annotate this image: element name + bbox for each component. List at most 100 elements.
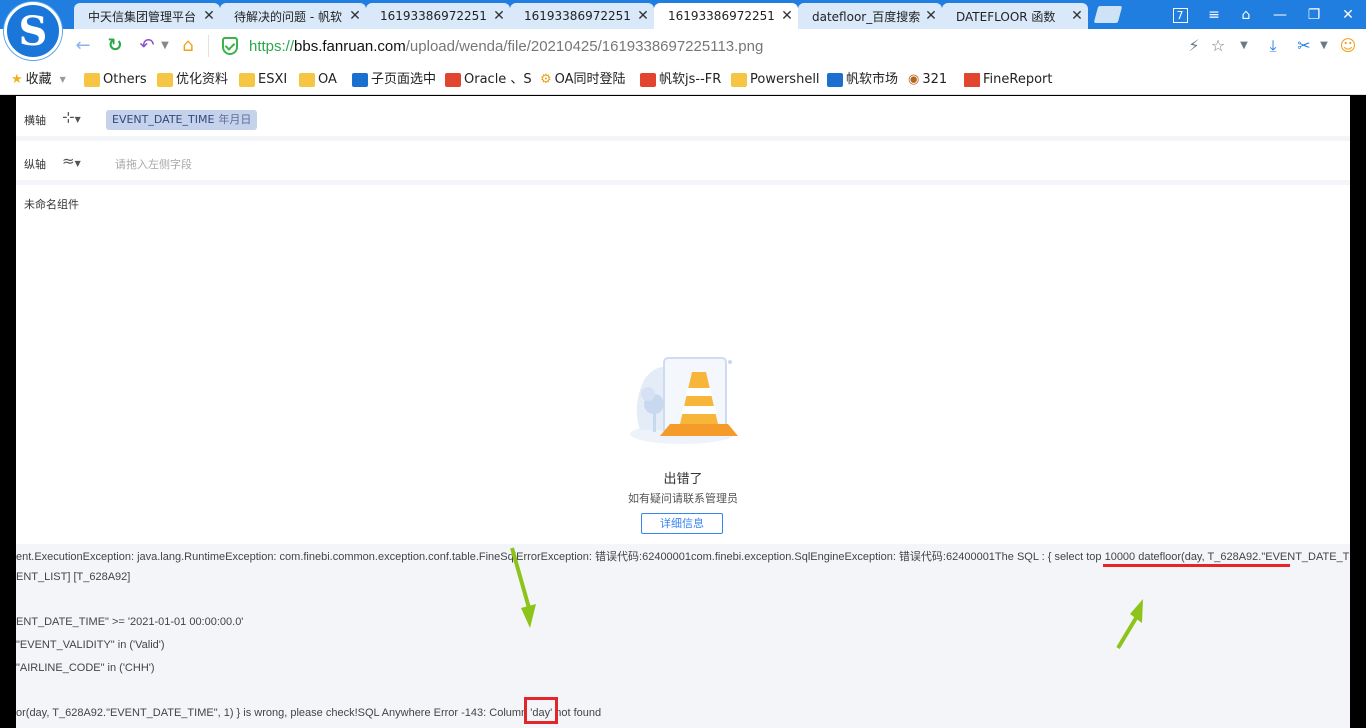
- tab-close-icon[interactable]: ✕: [1066, 8, 1088, 24]
- bookmark-label: 321: [922, 72, 948, 87]
- smiley-icon[interactable]: ☺: [1336, 34, 1360, 58]
- tab-count-button[interactable]: 7: [1166, 4, 1194, 26]
- tab-4-active[interactable]: 1619338697225113 ✕: [654, 3, 798, 29]
- tab-1[interactable]: 待解决的问题 - 帆软 ✕: [220, 3, 366, 29]
- log-line: ent.ExecutionException: java.lang.Runtim…: [16, 551, 1350, 563]
- bookmark-321[interactable]: ◉ 321: [908, 70, 947, 90]
- new-tab-button[interactable]: [1093, 6, 1123, 23]
- bookmark-favorites[interactable]: ★ 收藏 ▼: [11, 70, 66, 90]
- x-axis-label: 横轴: [24, 114, 46, 127]
- browser-logo-icon[interactable]: S: [4, 2, 62, 60]
- tab-6[interactable]: DATEFLOOR 函数 ✕: [942, 3, 1088, 29]
- home-icon[interactable]: ⌂: [175, 34, 201, 58]
- menu-icon[interactable]: ≡: [1200, 4, 1228, 26]
- c-icon: [445, 73, 461, 87]
- minimize-icon[interactable]: —: [1266, 4, 1294, 26]
- log-line: "AIRLINE_CODE" in ('CHH'): [16, 662, 155, 674]
- red-box-annotation: [524, 697, 558, 724]
- y-axis-type-icon[interactable]: ≈▼: [62, 152, 92, 172]
- widget-title: 未命名组件: [24, 198, 79, 211]
- tab-close-icon[interactable]: ✕: [920, 8, 942, 24]
- chevron-down-icon[interactable]: ▼: [1232, 34, 1256, 58]
- bookmark-oracle[interactable]: Oracle 、S: [445, 70, 532, 90]
- scissors-dropdown-icon[interactable]: ▼: [1312, 34, 1336, 58]
- tab-title: 1619338697225113: [668, 9, 776, 23]
- bookmark-esxi[interactable]: ESXI: [239, 70, 287, 90]
- bookmark-label: ESXI: [258, 72, 288, 87]
- red-underline-annotation: [1103, 564, 1290, 567]
- error-subtitle: 如有疑问请联系管理员: [628, 492, 738, 505]
- bookmark-powershell[interactable]: Powershell: [731, 70, 820, 90]
- tab-title: DATEFLOOR 函数: [956, 9, 1056, 24]
- folder-icon: [239, 73, 255, 87]
- monkey-icon: ◉: [908, 72, 920, 87]
- url-field[interactable]: https://bbs.fanruan.com/upload/wenda/fil…: [249, 36, 1209, 58]
- x-field-chip[interactable]: EVENT_DATE_TIME 年月日: [106, 110, 258, 130]
- tab-5[interactable]: datefloor_百度搜索 ✕: [798, 3, 942, 29]
- tab-close-icon[interactable]: ✕: [632, 8, 654, 24]
- gear-icon: ⚙: [540, 72, 552, 87]
- viewer-right-margin: [1350, 96, 1366, 728]
- bookmark-label: 子页面选中: [371, 72, 437, 87]
- x-field-granularity: 年月日: [218, 113, 252, 126]
- tab-2[interactable]: 1619338697225113 ✕: [366, 3, 510, 29]
- bookmark-others[interactable]: Others: [84, 70, 147, 90]
- refresh-icon[interactable]: ↻: [102, 34, 128, 58]
- logo-letter: S: [18, 7, 48, 55]
- bookmark-finereport[interactable]: FineReport: [964, 70, 1052, 90]
- tab-close-icon[interactable]: ✕: [776, 8, 798, 24]
- log-line: "EVENT_VALIDITY" in ('Valid'): [16, 639, 165, 651]
- url-host: bbs.fanruan.com: [294, 38, 406, 55]
- secure-shield-icon[interactable]: [222, 37, 238, 55]
- star-icon: ★: [11, 72, 23, 87]
- error-log-panel: ent.ExecutionException: java.lang.Runtim…: [16, 544, 1350, 728]
- maximize-icon[interactable]: ❐: [1300, 4, 1328, 26]
- star-icon[interactable]: ☆: [1206, 34, 1230, 58]
- bookmark-label: Others: [103, 72, 147, 87]
- address-bar: ← ↻ ↶ ▼ ⌂ https://bbs.fanruan.com/upload…: [0, 29, 1366, 64]
- bookmark-subpage[interactable]: 子页面选中: [352, 70, 436, 90]
- tab-title: 1619338697225113: [380, 9, 488, 23]
- tab-close-icon[interactable]: ✕: [488, 8, 510, 24]
- divider: [16, 180, 1350, 185]
- fanruan-icon: [827, 73, 843, 87]
- bookmark-label: Oracle 、S: [464, 72, 532, 87]
- detail-info-button[interactable]: 详细信息: [641, 513, 723, 534]
- bookmark-label: FineReport: [983, 72, 1053, 87]
- log-line: ENT_DATE_TIME" >= '2021-01-01 00:00:00.0…: [16, 616, 244, 628]
- error-title: 出错了: [663, 472, 703, 487]
- tab-3[interactable]: 1619338697225113 ✕: [510, 3, 654, 29]
- tab-title: 待解决的问题 - 帆软: [234, 9, 342, 24]
- bookmark-label: Powershell: [750, 72, 820, 87]
- tab-close-icon[interactable]: ✕: [198, 8, 220, 24]
- y-field-dropzone[interactable]: 请拖入左侧字段: [115, 156, 192, 172]
- log-line: or(day, T_628A92."EVENT_DATE_TIME", 1) }…: [16, 707, 602, 719]
- bookmark-oa-login[interactable]: ⚙ OA同时登陆: [540, 70, 626, 90]
- x-axis-row: 横轴 ⊹▼ EVENT_DATE_TIME 年月日: [16, 98, 1350, 138]
- bookmark-fanruan-market[interactable]: 帆软市场: [827, 70, 898, 90]
- tab-close-icon[interactable]: ✕: [344, 8, 366, 24]
- back-arrow-icon[interactable]: ←: [70, 34, 96, 58]
- bookmark-optimize[interactable]: 优化资料: [157, 70, 228, 90]
- y-axis-row: 纵轴 ≈▼ 请拖入左侧字段: [16, 142, 1350, 182]
- skin-icon[interactable]: ⌂: [1232, 4, 1260, 26]
- bookmark-oa[interactable]: OA: [299, 70, 337, 90]
- bookmarks-bar: ★ 收藏 ▼ Others 优化资料 ESXI OA 子页面选中 Oracle 、S…: [0, 64, 1366, 95]
- close-window-icon[interactable]: ✕: [1334, 4, 1362, 26]
- c-icon: [640, 73, 656, 87]
- tab-count: 7: [1172, 8, 1188, 23]
- chevron-down-icon: ▼: [59, 75, 66, 84]
- download-icon[interactable]: ⤓: [1261, 34, 1285, 58]
- folder-icon: [731, 73, 747, 87]
- lightning-icon[interactable]: ⚡: [1182, 34, 1206, 58]
- x-axis-type-icon[interactable]: ⊹▼: [62, 108, 92, 128]
- bookmark-label: 优化资料: [176, 72, 229, 87]
- tab-0[interactable]: 中天信集团管理平台 ✕: [74, 3, 220, 29]
- bookmark-label: 帆软js--FR: [659, 72, 722, 87]
- bookmark-label: OA同时登陆: [554, 72, 626, 87]
- url-scheme: https://: [249, 38, 295, 55]
- folder-icon: [84, 73, 100, 87]
- bookmark-fanruan-js[interactable]: 帆软js--FR: [640, 70, 721, 90]
- error-traffic-cone-icon: [630, 357, 738, 444]
- bookmark-label: 收藏: [25, 72, 52, 87]
